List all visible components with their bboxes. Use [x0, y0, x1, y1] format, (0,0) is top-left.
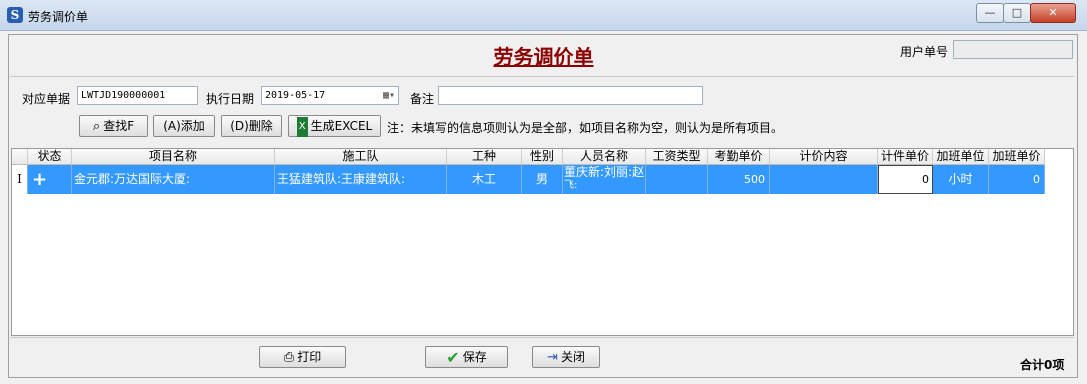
window-titlebar: S 劳务调价单 — □ ✕	[0, 0, 1087, 31]
maximize-button[interactable]: □	[1003, 3, 1031, 23]
exec-date-value: 2019-05-17	[265, 90, 326, 101]
close-button[interactable]: ⇥ 关闭	[532, 346, 600, 368]
window-title: 劳务调价单	[28, 10, 89, 24]
cell-project[interactable]: 金元郡:万达国际大厦:	[72, 165, 275, 194]
cell-team[interactable]: 王猛建筑队:王康建筑队:	[275, 165, 447, 194]
delete-button[interactable]: (D)删除	[221, 115, 282, 137]
binoculars-icon: ⌕	[92, 118, 101, 134]
excel-icon: X	[296, 116, 308, 137]
row-indicator: I	[12, 165, 28, 194]
save-button[interactable]: ✔ 保存	[425, 346, 508, 368]
exec-date-label: 执行日期	[206, 92, 255, 106]
close-window-button[interactable]: ✕	[1030, 3, 1076, 23]
status-add-icon[interactable]: +	[28, 165, 72, 194]
app-s-icon: S	[7, 7, 23, 23]
col-pricing-content[interactable]: 计价内容	[770, 149, 878, 165]
col-wage-type[interactable]: 工资类型	[646, 149, 708, 165]
remark-label: 备注	[410, 92, 435, 106]
print-button[interactable]: ⎙ 打印	[259, 346, 346, 368]
col-trade[interactable]: 工种	[447, 149, 522, 165]
calendar-dropdown-icon[interactable]: ▦▾	[383, 87, 395, 104]
checkmark-icon: ✔	[446, 347, 460, 367]
col-piece-price[interactable]: 计件单价	[878, 149, 933, 165]
col-team[interactable]: 施工队	[275, 149, 447, 165]
user-no-field[interactable]	[953, 40, 1073, 59]
col-project[interactable]: 项目名称	[72, 149, 275, 165]
cell-trade[interactable]: 木工	[447, 165, 522, 194]
cell-overtime-unit[interactable]: 小时	[933, 165, 989, 194]
exit-door-icon: ⇥	[547, 349, 558, 365]
cell-persons-line1: 董庆新:刘丽:赵	[564, 165, 645, 179]
exec-date-picker[interactable]: 2019-05-17 ▦▾	[261, 86, 399, 105]
minimize-button[interactable]: —	[976, 3, 1004, 23]
cell-gender[interactable]: 男	[522, 165, 563, 194]
cell-attendance-price[interactable]: 500	[708, 165, 770, 194]
ref-doc-input[interactable]: LWTJD190000001	[77, 86, 198, 105]
total-count: 合计0项	[1020, 358, 1065, 372]
row-indicator-header	[12, 149, 28, 165]
col-status[interactable]: 状态	[28, 149, 72, 165]
find-button[interactable]: ⌕ 查找F	[79, 115, 148, 137]
cell-pricing-content[interactable]	[770, 165, 878, 194]
export-excel-button[interactable]: X 生成EXCEL	[288, 115, 381, 137]
col-overtime-unit[interactable]: 加班单位	[933, 149, 989, 165]
cell-piece-price-editor[interactable]: 0	[878, 165, 933, 194]
cell-wage-type[interactable]	[646, 165, 708, 194]
price-adjust-grid[interactable]: 状态 项目名称 施工队 工种 性别 人员名称 工资类型 考勤单价 计价内容 计件…	[11, 148, 1074, 336]
col-overtime-price[interactable]: 加班单价	[989, 149, 1045, 165]
printer-icon: ⎙	[283, 349, 295, 365]
col-persons[interactable]: 人员名称	[563, 149, 646, 165]
filter-note: 注：未填写的信息项则认为是全部，如项目名称为空，则认为是所有项目。	[387, 121, 784, 135]
col-gender[interactable]: 性别	[522, 149, 563, 165]
col-attendance-price[interactable]: 考勤单价	[708, 149, 770, 165]
remark-input[interactable]	[438, 86, 703, 105]
cell-overtime-price[interactable]: 0	[989, 165, 1045, 194]
add-button[interactable]: (A)添加	[153, 115, 215, 137]
user-no-label: 用户单号	[900, 45, 949, 59]
cell-persons[interactable]: 董庆新:刘丽:赵 飞:	[563, 165, 646, 194]
header-divider	[10, 76, 1074, 77]
cell-persons-line2: 飞:	[564, 180, 578, 191]
ref-doc-label: 对应单据	[22, 92, 71, 106]
